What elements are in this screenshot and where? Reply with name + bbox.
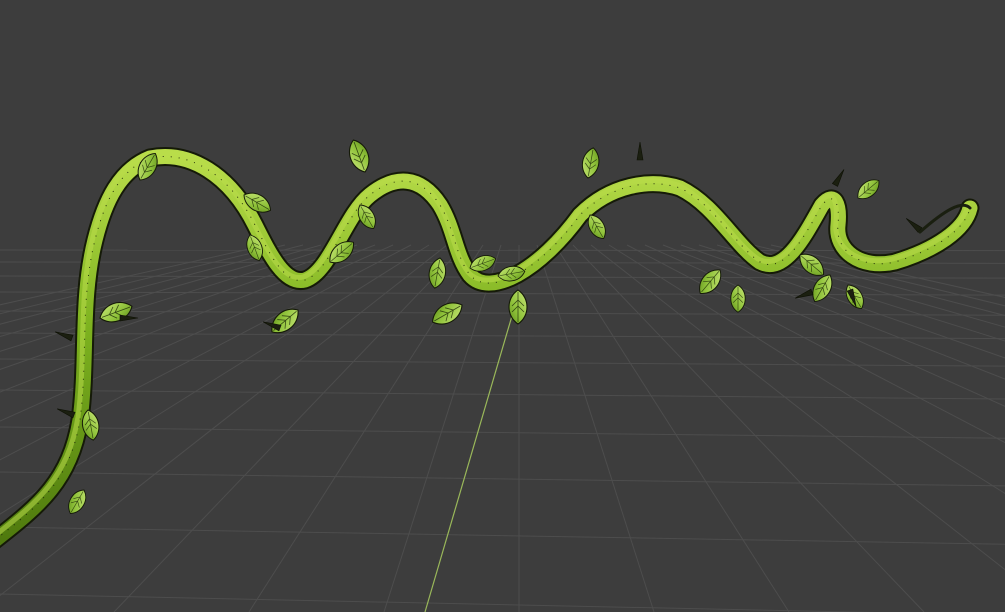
grid-line <box>680 244 1005 359</box>
grid-line <box>0 244 412 461</box>
grid-line <box>0 526 1005 545</box>
thorn <box>905 218 923 233</box>
grid-line <box>752 244 1005 307</box>
grid-line <box>0 358 1005 367</box>
thorn <box>54 331 74 342</box>
grid-line <box>0 332 1005 340</box>
leaf[interactable] <box>428 297 466 330</box>
grid-line <box>662 244 1005 380</box>
viewport-scene[interactable] <box>0 0 1005 612</box>
leaf[interactable] <box>853 175 883 204</box>
grid-line <box>572 244 925 612</box>
leaf[interactable] <box>427 257 448 290</box>
thorn <box>794 288 814 299</box>
grid-line <box>536 244 655 612</box>
leaf[interactable] <box>97 298 135 327</box>
leaf[interactable] <box>580 146 601 179</box>
grid-line <box>248 244 484 612</box>
grid-line <box>0 471 1005 487</box>
grid-line <box>590 244 1005 571</box>
grid-line <box>554 244 790 612</box>
grid-line <box>0 244 448 597</box>
grid-line <box>734 244 1005 317</box>
vine-leaves[interactable] <box>64 137 883 517</box>
grid-line <box>383 244 502 612</box>
leaf[interactable] <box>266 303 304 339</box>
y-axis-line <box>424 291 520 612</box>
grid-line <box>0 389 1005 400</box>
leaf[interactable] <box>694 265 726 299</box>
thorn <box>119 314 139 322</box>
grid-line <box>0 426 1005 439</box>
vine-mesh[interactable] <box>0 137 980 549</box>
leaf[interactable] <box>64 486 90 517</box>
grid-line <box>770 244 1005 298</box>
grid-line <box>0 244 430 515</box>
leaf[interactable] <box>345 137 374 175</box>
grid-line <box>0 593 876 612</box>
leaf[interactable] <box>808 271 837 306</box>
grid-line <box>0 310 1005 316</box>
thorn <box>636 141 644 161</box>
3d-viewport[interactable] <box>0 0 1005 612</box>
thorn <box>831 169 845 187</box>
